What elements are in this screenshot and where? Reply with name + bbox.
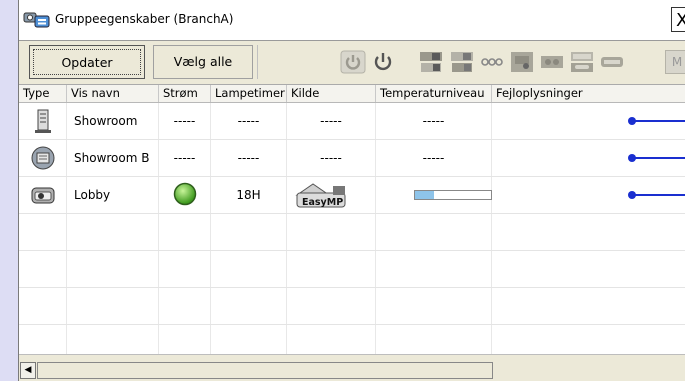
column-header-lamp-hours[interactable]: Lampetimer bbox=[211, 85, 287, 102]
power-on-status-icon bbox=[173, 182, 196, 206]
toolbar-divider bbox=[257, 45, 258, 79]
row-source: ----- bbox=[287, 140, 376, 176]
empty-row bbox=[19, 251, 685, 288]
row-source: ----- bbox=[287, 103, 376, 139]
power-on-icon[interactable] bbox=[340, 50, 366, 74]
row-source-cell: EasyMP bbox=[287, 177, 376, 213]
table-row[interactable]: Showroom B ----- ----- ----- ----- bbox=[19, 140, 685, 177]
temperature-bar bbox=[414, 190, 492, 200]
column-header-row: Type Vis navn Strøm Lampetimer Kilde Tem… bbox=[19, 85, 685, 103]
select-all-button[interactable]: Vælg alle bbox=[153, 45, 253, 79]
toolbar: Opdater Vælg alle M bbox=[19, 41, 685, 84]
column-header-source[interactable]: Kilde bbox=[287, 85, 376, 102]
row-name: Lobby bbox=[67, 177, 159, 213]
scrollbar-thumb[interactable] bbox=[37, 362, 493, 379]
row-type-cell bbox=[19, 103, 67, 139]
source-rgb-icon[interactable] bbox=[569, 50, 595, 74]
easymp-icon: EasyMP bbox=[295, 183, 346, 208]
row-power: ----- bbox=[159, 140, 211, 176]
callout-line bbox=[631, 194, 685, 196]
group-projectors-icon bbox=[23, 12, 50, 28]
column-header-name[interactable]: Vis navn bbox=[67, 85, 159, 102]
row-lamp-hours: ----- bbox=[211, 103, 287, 139]
source-video-icon[interactable] bbox=[479, 50, 505, 74]
empty-row bbox=[19, 325, 685, 355]
source-computer1-icon[interactable] bbox=[418, 50, 444, 74]
table-row[interactable]: Lobby 18H EasyMP bbox=[19, 177, 685, 214]
table-row[interactable]: Showroom ----- ----- ----- ----- bbox=[19, 103, 685, 140]
empty-row bbox=[19, 214, 685, 251]
callout-line bbox=[631, 157, 685, 159]
av-mute-icon[interactable] bbox=[599, 50, 625, 74]
projector-icon bbox=[31, 187, 54, 204]
row-name: Showroom bbox=[67, 103, 159, 139]
row-power: ----- bbox=[159, 103, 211, 139]
empty-row bbox=[19, 288, 685, 325]
source-easymp-label: EasyMP bbox=[302, 197, 343, 208]
row-power-cell bbox=[159, 177, 211, 213]
column-header-error[interactable]: Fejloplysninger bbox=[492, 85, 685, 102]
column-header-type[interactable]: Type bbox=[19, 85, 67, 102]
row-name: Showroom B bbox=[67, 140, 159, 176]
window-title: Gruppeegenskaber (BranchA) bbox=[55, 12, 234, 26]
toolbar-overflow-button[interactable]: M bbox=[665, 50, 685, 74]
row-type-cell bbox=[19, 140, 67, 176]
scroll-left-arrow-icon[interactable]: ◀ bbox=[20, 362, 36, 379]
projector-list: Type Vis navn Strøm Lampetimer Kilde Tem… bbox=[19, 84, 685, 355]
horizontal-scrollbar[interactable]: ◀ bbox=[19, 354, 685, 381]
row-lamp-hours: ----- bbox=[211, 140, 287, 176]
update-button[interactable]: Opdater bbox=[29, 45, 145, 79]
group-properties-window: Gruppeegenskaber (BranchA) X Opdater Væl… bbox=[18, 0, 685, 381]
projector-screen-icon bbox=[31, 146, 54, 170]
row-temperature: ----- bbox=[376, 103, 492, 139]
column-header-power[interactable]: Strøm bbox=[159, 85, 211, 102]
row-lamp-hours: 18H bbox=[211, 177, 287, 213]
row-temperature: ----- bbox=[376, 140, 492, 176]
source-computer2-icon[interactable] bbox=[449, 50, 475, 74]
projector-tower-icon bbox=[34, 109, 51, 133]
callout-line bbox=[631, 120, 685, 122]
row-temperature-cell bbox=[376, 177, 492, 213]
title-bar: Gruppeegenskaber (BranchA) X bbox=[19, 0, 685, 41]
source-component-icon[interactable] bbox=[539, 50, 565, 74]
close-button[interactable]: X bbox=[671, 7, 685, 32]
temperature-bar-fill bbox=[415, 191, 434, 199]
power-off-icon[interactable] bbox=[370, 50, 396, 74]
update-button-label: Opdater bbox=[33, 49, 141, 75]
column-header-temperature[interactable]: Temperaturniveau bbox=[376, 85, 492, 102]
source-svideo-icon[interactable] bbox=[509, 50, 535, 74]
row-type-cell bbox=[19, 177, 67, 213]
